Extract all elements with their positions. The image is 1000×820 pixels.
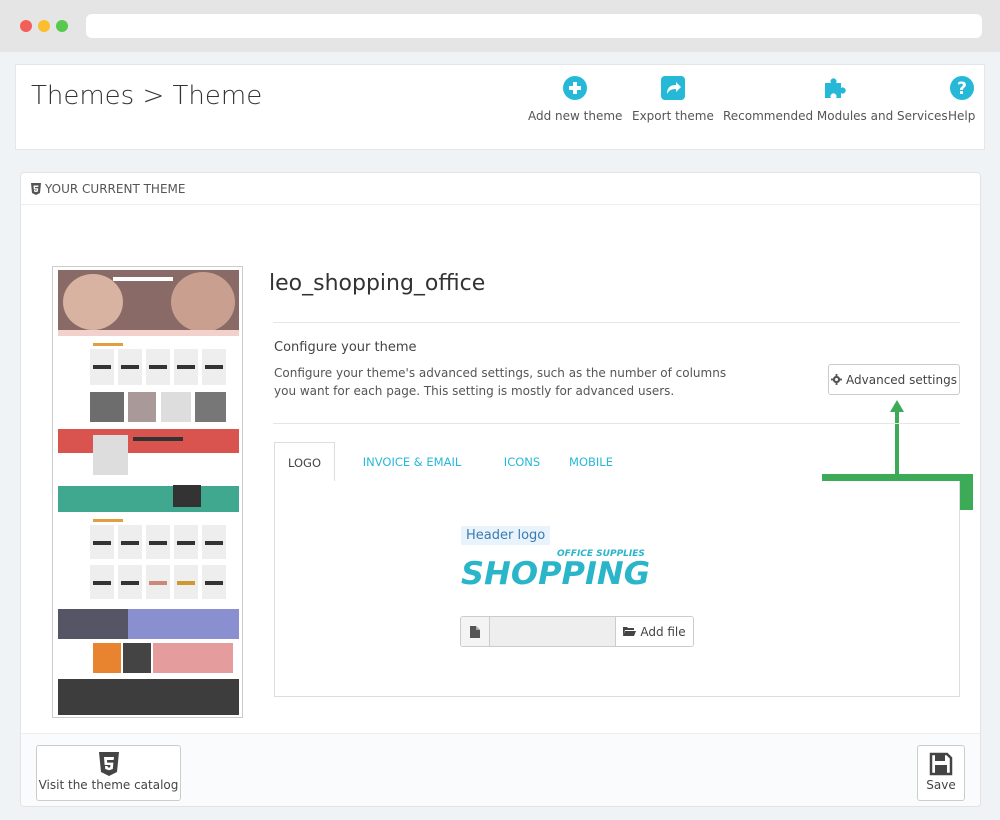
svg-text:?: ?	[957, 79, 967, 99]
advanced-settings-label: Advanced settings	[846, 372, 957, 387]
page-title: Themes > Theme	[31, 81, 263, 111]
configure-title: Configure your theme	[274, 340, 417, 355]
configure-description: Configure your theme's advanced settings…	[274, 366, 727, 398]
gear-icon	[831, 374, 843, 385]
browser-chrome	[0, 0, 1000, 52]
tab-invoice-email-logos[interactable]: INVOICE & EMAIL LOGOS	[344, 442, 480, 509]
help-button[interactable]: ? Help	[948, 75, 975, 123]
help-icon: ?	[949, 76, 974, 100]
add-file-label: Add file	[640, 624, 686, 639]
divider	[273, 322, 960, 323]
visit-theme-catalog-button[interactable]: Visit the theme catalog	[36, 745, 181, 801]
advanced-settings-button[interactable]: Advanced settings	[828, 364, 960, 395]
puzzle-icon	[825, 78, 846, 98]
logo-file-upload: Add file	[460, 616, 694, 647]
add-new-theme-label: Add new theme	[528, 109, 623, 123]
tab-icons[interactable]: ICONS	[500, 442, 544, 482]
maximize-window-dot[interactable]	[56, 20, 68, 32]
visit-theme-catalog-label: Visit the theme catalog	[38, 778, 179, 792]
panel-heading: YOUR CURRENT THEME	[21, 173, 980, 205]
export-icon	[660, 76, 685, 100]
html5-icon	[98, 752, 119, 776]
address-bar[interactable]	[86, 14, 982, 38]
page: Themes > Theme Add new theme Export them…	[0, 52, 1000, 820]
panel-heading-text: YOUR CURRENT THEME	[45, 181, 186, 196]
divider	[273, 423, 960, 424]
export-theme-button[interactable]: Export theme	[632, 75, 714, 123]
save-icon	[929, 752, 953, 776]
shop-logo: SHOPPING OFFICE SUPPLIES	[461, 549, 650, 592]
theme-name: leo_shopping_office	[269, 271, 486, 296]
minimize-window-dot[interactable]	[38, 20, 50, 32]
panel-footer: Visit the theme catalog Save	[21, 733, 980, 806]
export-theme-label: Export theme	[632, 109, 714, 123]
close-window-dot[interactable]	[20, 20, 32, 32]
current-theme-panel: YOUR CURRENT THEME leo_shopping_office C…	[20, 172, 981, 807]
help-label: Help	[948, 109, 976, 123]
file-path-input[interactable]	[490, 617, 615, 646]
file-icon	[461, 617, 490, 646]
save-label: Save	[926, 778, 956, 792]
logo-tab-panel: Header logo SHOPPING OFFICE SUPPLIES Add…	[274, 481, 960, 697]
theme-preview-image	[52, 266, 243, 718]
svg-text:OFFICE SUPPLIES: OFFICE SUPPLIES	[557, 549, 645, 559]
plus-circle-icon	[563, 76, 588, 100]
logo-tabs: LOGO INVOICE & EMAIL LOGOS ICONS MOBILE	[274, 442, 960, 509]
add-new-theme-button[interactable]: Add new theme	[528, 75, 622, 123]
theme-preview-thumbnail	[53, 267, 242, 717]
tab-logo[interactable]: LOGO	[274, 442, 335, 483]
folder-open-icon	[623, 627, 637, 636]
svg-text:SHOPPING: SHOPPING	[461, 556, 650, 592]
add-file-button[interactable]: Add file	[615, 617, 693, 646]
recommended-modules-button[interactable]: Recommended Modules and Services	[723, 75, 948, 123]
page-header: Themes > Theme Add new theme Export them…	[15, 64, 985, 150]
tab-mobile[interactable]: MOBILE	[565, 442, 617, 482]
save-button[interactable]: Save	[917, 745, 965, 801]
recommended-modules-label: Recommended Modules and Services	[723, 109, 948, 123]
html5-icon	[31, 182, 41, 195]
